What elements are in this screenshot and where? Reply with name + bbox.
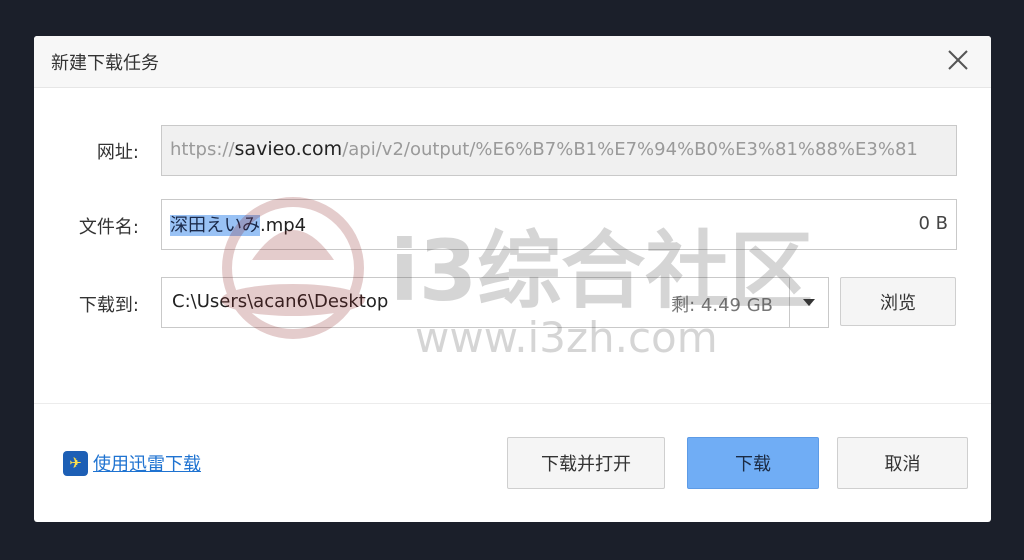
cancel-button[interactable]: 取消 [837,437,968,489]
use-thunder-link[interactable]: ✈ 使用迅雷下载 [63,450,201,476]
save-path-dropdown-button[interactable] [789,277,829,328]
caret-down-icon [803,298,815,306]
url-value: https://savieo.com/api/v2/output/%E6%B7%… [170,138,918,160]
browse-button[interactable]: 浏览 [840,277,956,326]
new-download-dialog: 新建下载任务 网址: https://savieo.com/api/v2/out… [34,36,991,522]
close-icon [948,50,968,70]
use-thunder-label: 使用迅雷下载 [93,454,201,475]
free-space: 剩: 4.49 GB [671,295,773,316]
save-to-label: 下载到: [78,295,139,316]
filename-value: 深田えいみ.mp4 [170,215,307,236]
dialog-title: 新建下载任务 [51,53,159,74]
download-and-open-button[interactable]: 下载并打开 [507,437,665,489]
file-size: 0 B [918,213,948,234]
save-path-value: C:\Users\acan6\Desktop [172,291,389,312]
filename-selection: 深田えいみ [170,215,260,236]
url-field[interactable]: https://savieo.com/api/v2/output/%E6%B7%… [161,125,957,176]
close-button[interactable] [942,46,974,76]
filename-field[interactable]: 深田えいみ.mp4 0 B [161,199,957,250]
filename-label: 文件名: [78,217,139,238]
download-button[interactable]: 下载 [687,437,819,489]
url-label: 网址: [96,142,139,163]
title-bar: 新建下载任务 [34,36,991,88]
thunder-icon: ✈ [63,450,88,476]
footer-divider [34,403,991,404]
save-path-field[interactable]: C:\Users\acan6\Desktop 剩: 4.49 GB [161,277,790,328]
